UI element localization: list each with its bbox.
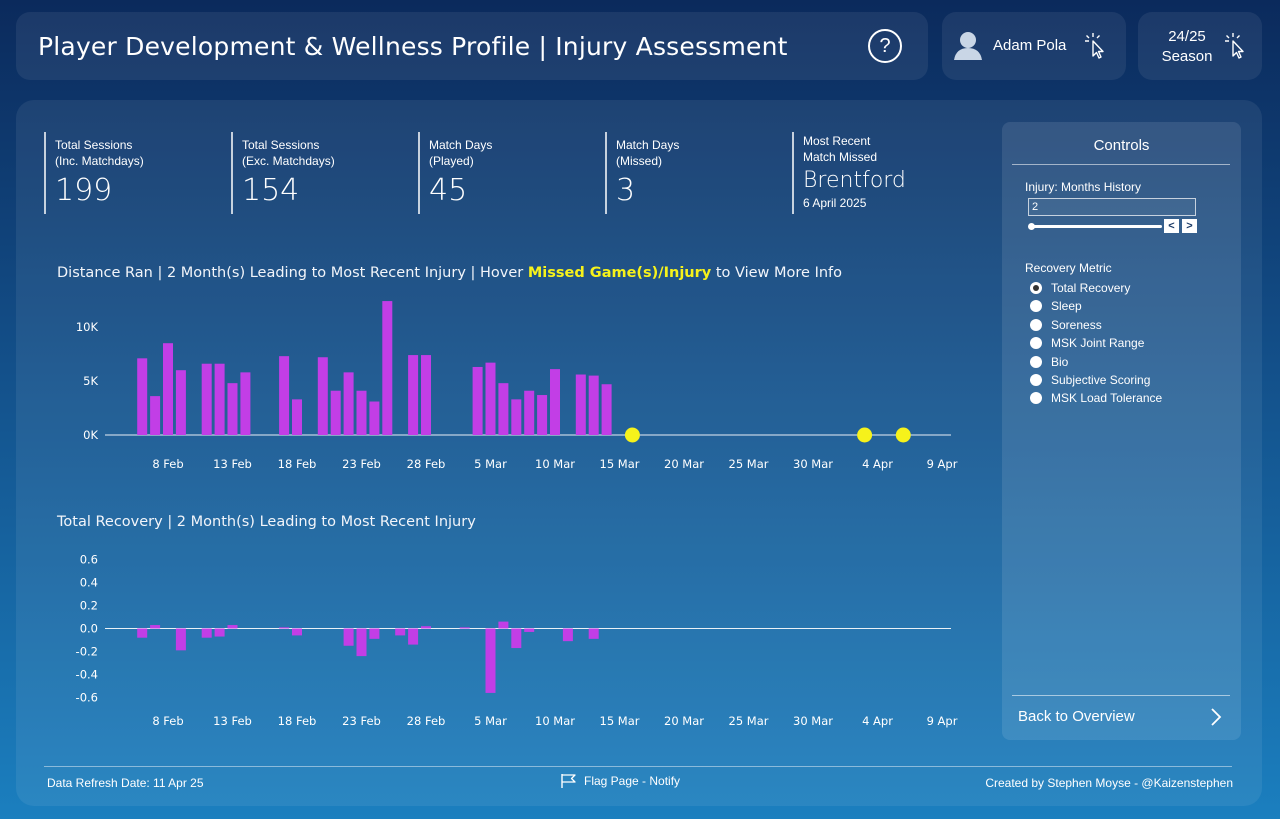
- kpi-label-line2: (Exc. Matchdays): [242, 154, 335, 168]
- radio-button[interactable]: [1030, 392, 1042, 405]
- kpi-total-sessions-exc: Total Sessions (Exc. Matchdays) 154: [231, 132, 335, 214]
- radio-button[interactable]: [1030, 337, 1042, 350]
- controls-divider: [1012, 164, 1230, 165]
- kpi-label-line2: (Played): [429, 154, 474, 168]
- back-to-overview-link[interactable]: Back to Overview: [1018, 708, 1135, 725]
- months-slider-track[interactable]: [1030, 225, 1162, 228]
- kpi-label-line1: Match Days: [616, 138, 680, 152]
- kpi-label-line1: Total Sessions: [55, 138, 133, 152]
- header-title-panel: Player Development & Wellness Profile | …: [16, 12, 928, 80]
- metric-option-label: Total Recovery: [1051, 281, 1131, 295]
- radio-button[interactable]: [1030, 355, 1042, 368]
- season-label: Season: [1161, 48, 1213, 65]
- kpi-match-days-played: Match Days (Played) 45: [418, 132, 492, 214]
- months-slider-thumb[interactable]: [1028, 223, 1035, 230]
- distance-title-prefix: Distance Ran | 2 Month(s) Leading to Mos…: [57, 265, 528, 281]
- flag-page-link[interactable]: Flag Page - Notify: [560, 773, 680, 789]
- radio-button[interactable]: [1030, 282, 1042, 294]
- user-panel: Adam Pola: [942, 12, 1126, 80]
- kpi-value: 3: [616, 173, 636, 208]
- kpi-label-line1: Total Sessions: [242, 138, 320, 152]
- kpi-value: Brentford: [803, 168, 906, 193]
- metric-option-label: Bio: [1051, 354, 1069, 369]
- recovery-metric-label: Recovery Metric: [1025, 261, 1112, 275]
- controls-panel: Controls Injury: Months History < > Reco…: [1002, 122, 1241, 740]
- kpi-match-days-missed: Match Days (Missed) 3: [605, 132, 679, 214]
- data-refresh-date: Data Refresh Date: 11 Apr 25: [47, 776, 204, 790]
- season-year: 24/25: [1168, 28, 1206, 45]
- season-select-pointer-icon[interactable]: [1224, 32, 1248, 60]
- distance-title-highlight[interactable]: Missed Game(s)/Injury: [528, 265, 711, 281]
- radio-button[interactable]: [1030, 374, 1042, 386]
- metric-option[interactable]: MSK Load Tolerance: [1030, 390, 1162, 406]
- months-next-button[interactable]: >: [1182, 219, 1197, 233]
- radio-button[interactable]: [1030, 318, 1042, 331]
- metric-option-label: Subjective Scoring: [1051, 373, 1151, 387]
- months-history-input[interactable]: [1028, 198, 1196, 216]
- distance-chart-title: Distance Ran | 2 Month(s) Leading to Mos…: [57, 265, 842, 281]
- metric-option-label: MSK Joint Range: [1051, 336, 1145, 351]
- metric-option[interactable]: Soreness: [1030, 317, 1102, 333]
- metric-option[interactable]: Sleep: [1030, 298, 1082, 314]
- radio-button[interactable]: [1030, 300, 1042, 313]
- metric-option[interactable]: Bio: [1030, 354, 1068, 370]
- kpi-value: 199: [55, 173, 113, 208]
- kpi-most-recent-missed: Most Recent Match Missed Brentford 6 Apri…: [792, 132, 906, 214]
- metric-option-label: Soreness: [1051, 317, 1102, 332]
- kpi-total-sessions-inc: Total Sessions (Inc. Matchdays) 199: [44, 132, 144, 214]
- flag-icon: [561, 774, 576, 788]
- metric-option[interactable]: Total Recovery: [1030, 280, 1130, 296]
- recovery-chart-title: Total Recovery | 2 Month(s) Leading to M…: [57, 514, 476, 530]
- chevron-right-icon[interactable]: [1210, 708, 1222, 726]
- created-by-credit: Created by Stephen Moyse - @Kaizenstephe…: [985, 776, 1233, 790]
- distance-title-suffix: to View More Info: [711, 265, 843, 281]
- metric-option[interactable]: MSK Joint Range: [1030, 335, 1144, 351]
- kpi-date: 6 April 2025: [803, 196, 867, 210]
- user-name: Adam Pola: [993, 37, 1067, 54]
- controls-title: Controls: [1093, 137, 1150, 154]
- months-history-label: Injury: Months History: [1025, 180, 1142, 194]
- footer-divider: [44, 766, 1232, 767]
- metric-option[interactable]: Subjective Scoring: [1030, 372, 1150, 388]
- avatar: [954, 32, 982, 60]
- months-prev-button[interactable]: <: [1164, 219, 1179, 233]
- kpi-label-line2: Match Missed: [803, 150, 878, 164]
- kpi-label-line2: (Missed): [616, 154, 663, 168]
- flag-page-label: Flag Page - Notify: [584, 774, 681, 788]
- metric-option-label: Sleep: [1051, 299, 1082, 314]
- metric-option-label: MSK Load Tolerance: [1051, 391, 1163, 406]
- help-button[interactable]: ?: [868, 29, 902, 63]
- user-select-pointer-icon[interactable]: [1084, 32, 1108, 60]
- kpi-label-line2: (Inc. Matchdays): [55, 154, 144, 168]
- kpi-value: 45: [429, 173, 468, 208]
- controls-bottom-divider: [1012, 695, 1230, 696]
- season-panel: 24/25 Season: [1138, 12, 1262, 80]
- page-title: Player Development & Wellness Profile | …: [38, 32, 788, 61]
- kpi-label-line1: Match Days: [429, 138, 493, 152]
- kpi-value: 154: [242, 173, 300, 208]
- kpi-label-line1: Most Recent: [803, 134, 871, 148]
